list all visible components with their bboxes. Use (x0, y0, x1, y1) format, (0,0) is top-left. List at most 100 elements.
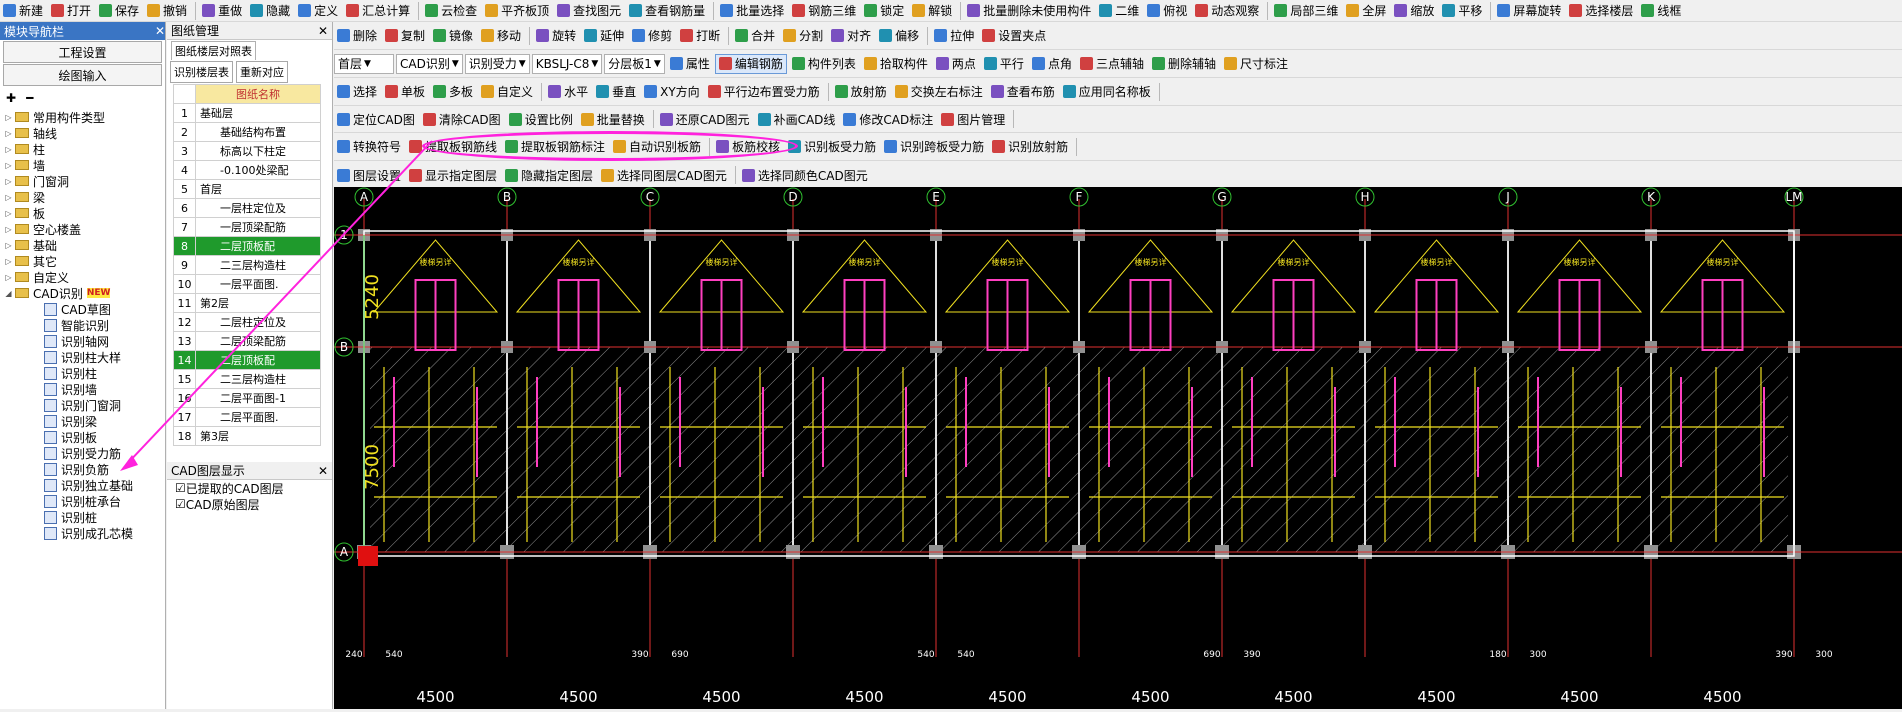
tool-tb1-0[interactable]: 新建 (0, 1, 46, 21)
tool-tb2-0[interactable]: 删除 (334, 26, 380, 46)
tool-tb1-1[interactable]: 打开 (48, 1, 94, 21)
tool-tb4-9[interactable]: 交换左右标注 (892, 82, 986, 102)
drawing-input-button[interactable]: 绘图输入 (3, 64, 162, 86)
tool-tb1-3[interactable]: 撤销 (144, 1, 190, 21)
tool-tb1-20[interactable]: 局部三维 (1271, 1, 1341, 21)
tool-tb5-6[interactable]: 修改CAD标注 (840, 109, 936, 129)
tool-tb1-16[interactable]: 批量删除未使用构件 (964, 1, 1094, 21)
cad-canvas[interactable]: ABCDEFGHJKLM1BA楼梯另详4500楼梯另详4500楼梯另详4500楼… (334, 187, 1902, 709)
expand-toggle-icon[interactable]: ▷ (4, 257, 13, 266)
tool-tb1-13[interactable]: 钢筋三维 (789, 1, 859, 21)
tool-tb2-10[interactable]: 对齐 (828, 26, 874, 46)
expand-toggle-icon[interactable]: ▷ (4, 273, 13, 282)
tool-canvasbar-2[interactable]: 隐藏指定图层 (502, 165, 596, 185)
tool-tb3-3[interactable]: 拾取构件 (861, 54, 931, 74)
project-settings-button[interactable]: 工程设置 (3, 41, 162, 63)
tool-tb1-8[interactable]: 云检查 (422, 1, 480, 21)
expand-toggle-icon[interactable]: ▷ (4, 241, 13, 250)
tool-tb2-4[interactable]: 旋转 (533, 26, 579, 46)
tool-tb1-17[interactable]: 二维 (1096, 1, 1142, 21)
expand-toggle-icon[interactable]: ▷ (4, 193, 13, 202)
tool-tb3-8[interactable]: 删除辅轴 (1149, 54, 1219, 74)
tool-tb1-9[interactable]: 平齐板顶 (482, 1, 552, 21)
tool-tb1-24[interactable]: 屏幕旋转 (1494, 1, 1564, 21)
tool-tb4-6[interactable]: XY方向 (641, 82, 703, 102)
tool-tb1-19[interactable]: 动态观察 (1192, 1, 1262, 21)
tool-tb3-5[interactable]: 平行 (981, 54, 1027, 74)
tool-tb1-2[interactable]: 保存 (96, 1, 142, 21)
tool-tb2-3[interactable]: 移动 (478, 26, 524, 46)
close-icon[interactable]: ✕ (155, 24, 165, 38)
tool-tb1-12[interactable]: 批量选择 (717, 1, 787, 21)
collapse-icon[interactable]: ━ (26, 91, 33, 105)
select-recog_force[interactable]: 识别受力 ▼ (464, 53, 530, 74)
tool-tb1-26[interactable]: 线框 (1638, 1, 1684, 21)
tool-tb6-5[interactable]: 识别板受力筋 (785, 137, 879, 157)
tool-tb3-0[interactable]: 属性 (667, 54, 713, 74)
tool-tb3-6[interactable]: 点角 (1029, 54, 1075, 74)
tool-tb4-10[interactable]: 查看布筋 (988, 82, 1058, 102)
tool-tb1-15[interactable]: 解锁 (909, 1, 955, 21)
tool-tb3-9[interactable]: 尺寸标注 (1221, 54, 1291, 74)
expand-toggle-icon[interactable]: ▷ (4, 225, 13, 234)
tool-tb1-18[interactable]: 俯视 (1144, 1, 1190, 21)
tool-tb2-2[interactable]: 镜像 (430, 26, 476, 46)
tool-tb2-12[interactable]: 拉伸 (931, 26, 977, 46)
tool-tb4-2[interactable]: 多板 (430, 82, 476, 102)
tool-tb1-5[interactable]: 隐藏 (247, 1, 293, 21)
select-layer_board[interactable]: 分层板1 ▼ (604, 53, 665, 74)
tool-tb5-4[interactable]: 还原CAD图元 (657, 109, 753, 129)
tool-canvasbar-4[interactable]: 选择同颜色CAD图元 (739, 165, 871, 185)
tool-tb1-6[interactable]: 定义 (295, 1, 341, 21)
tool-tb3-4[interactable]: 两点 (933, 54, 979, 74)
layer-original[interactable]: ☑ CAD原始图层 (167, 496, 332, 512)
tool-canvasbar-3[interactable]: 选择同图层CAD图元 (598, 165, 730, 185)
tool-tb2-1[interactable]: 复制 (382, 26, 428, 46)
tab-floor-table[interactable]: 图纸楼层对照表 (171, 40, 256, 60)
expand-toggle-icon[interactable]: ▷ (4, 161, 13, 170)
tool-tb1-11[interactable]: 查看钢筋量 (626, 1, 708, 21)
tool-tb1-22[interactable]: 缩放 (1391, 1, 1437, 21)
tool-tb3-7[interactable]: 三点辅轴 (1077, 54, 1147, 74)
expand-toggle-icon[interactable]: ◢ (4, 289, 13, 298)
tool-tb1-10[interactable]: 查找图元 (554, 1, 624, 21)
tool-tb1-7[interactable]: 汇总计算 (343, 1, 413, 21)
tool-tb1-25[interactable]: 选择楼层 (1566, 1, 1636, 21)
expand-toggle-icon[interactable]: ▷ (4, 129, 13, 138)
close-icon[interactable]: ✕ (318, 24, 328, 38)
tool-tb5-2[interactable]: 设置比例 (506, 109, 576, 129)
expand-toggle-icon[interactable]: ▷ (4, 177, 13, 186)
tool-tb4-7[interactable]: 平行边布置受力筋 (705, 82, 823, 102)
tool-tb2-11[interactable]: 偏移 (876, 26, 922, 46)
tool-tb2-6[interactable]: 修剪 (629, 26, 675, 46)
tool-tb2-13[interactable]: 设置夹点 (979, 26, 1049, 46)
rematch-button[interactable]: 重新对应 (236, 61, 288, 83)
tool-tb5-7[interactable]: 图片管理 (938, 109, 1008, 129)
tool-tb1-23[interactable]: 平移 (1439, 1, 1485, 21)
tool-tb1-21[interactable]: 全屏 (1343, 1, 1389, 21)
table-row[interactable]: 1 基础层 (173, 103, 321, 123)
tool-tb4-5[interactable]: 垂直 (593, 82, 639, 102)
tool-tb4-1[interactable]: 单板 (382, 82, 428, 102)
layer-extracted[interactable]: ☑ 已提取的CAD图层 (167, 480, 332, 496)
tool-tb2-7[interactable]: 打断 (677, 26, 723, 46)
tool-tb4-0[interactable]: 选择 (334, 82, 380, 102)
tree-subitem[interactable]: 识别桩承台 (4, 493, 165, 509)
tool-tb1-4[interactable]: 重做 (199, 1, 245, 21)
tree-subitem[interactable]: 识别成孔芯模 (4, 525, 165, 541)
tool-tb5-1[interactable]: 清除CAD图 (420, 109, 504, 129)
select-kbslj[interactable]: KBSLJ-C8 ▼ (531, 53, 603, 74)
tool-tb5-3[interactable]: 批量替换 (578, 109, 648, 129)
tool-tb1-14[interactable]: 锁定 (861, 1, 907, 21)
tool-tb5-5[interactable]: 补画CAD线 (755, 109, 839, 129)
tool-tb6-6[interactable]: 识别跨板受力筋 (881, 137, 987, 157)
expand-icon[interactable]: ✚ (6, 91, 16, 105)
tree-item[interactable]: ▷ 常用构件类型 (4, 109, 165, 125)
expand-toggle-icon[interactable]: ▷ (4, 145, 13, 154)
tool-tb3-2[interactable]: 构件列表 (789, 54, 859, 74)
select-cad_recog[interactable]: CAD识别 ▼ (396, 53, 463, 74)
tool-tb4-11[interactable]: 应用同名称板 (1060, 82, 1154, 102)
select-floor[interactable]: 首层 ▼ (334, 53, 394, 74)
tree-subitem[interactable]: 识别独立基础 (4, 477, 165, 493)
expand-toggle-icon[interactable]: ▷ (4, 113, 13, 122)
